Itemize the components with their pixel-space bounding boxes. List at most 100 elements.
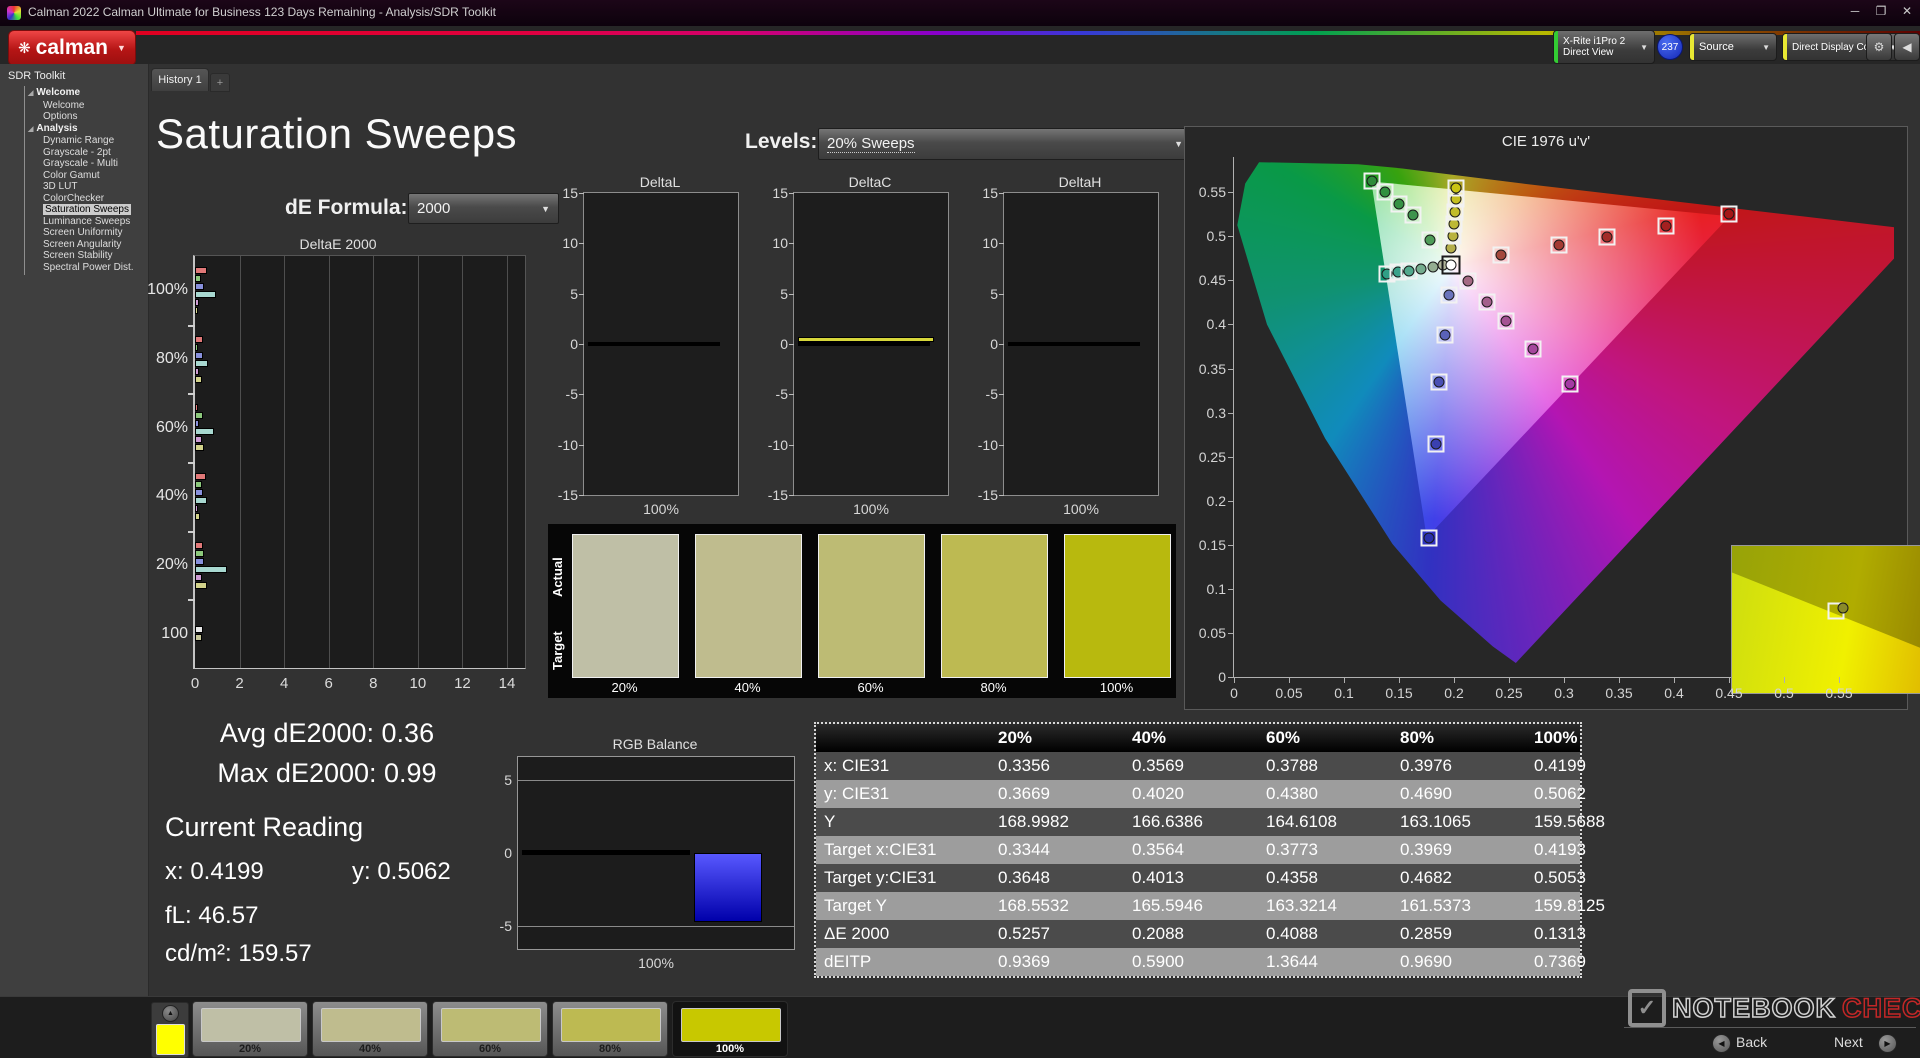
table-row-label: Target y:CIE31 bbox=[816, 868, 984, 888]
y-axis-tick-label: -5 bbox=[776, 386, 788, 402]
bar-group-label: 20% bbox=[128, 556, 188, 574]
tree-item-screen-angularity[interactable]: Screen Angularity bbox=[25, 239, 147, 251]
pattern-button-80%[interactable]: 80% bbox=[552, 1001, 668, 1057]
x-axis-tick bbox=[1509, 677, 1510, 683]
swatch-60% bbox=[818, 534, 925, 678]
table-cell: 0.4088 bbox=[1252, 924, 1386, 944]
y-axis-tick bbox=[1228, 324, 1234, 325]
maximize-icon[interactable]: ❐ bbox=[1870, 4, 1892, 18]
tree-item-label: Welcome bbox=[36, 87, 80, 98]
delta-bar bbox=[798, 337, 934, 342]
table-cell: 161.5373 bbox=[1386, 896, 1520, 916]
watermark-notebook: NOTEBOOK bbox=[1672, 993, 1836, 1024]
de-formula-dropdown[interactable]: 2000 ▼ bbox=[408, 193, 559, 224]
watermark-check: CHECK bbox=[1842, 993, 1920, 1024]
y-axis-tick bbox=[1228, 589, 1234, 590]
close-icon[interactable]: ✕ bbox=[1896, 4, 1918, 18]
x-axis-tick-label: 14 bbox=[499, 675, 516, 692]
expand-up-button[interactable]: ▲ bbox=[162, 1005, 179, 1022]
tree-item-luminance-sweeps[interactable]: Luminance Sweeps bbox=[25, 216, 147, 228]
tree-item-grayscale-2pt[interactable]: Grayscale - 2pt bbox=[25, 147, 147, 159]
y-axis-tick-label: 15 bbox=[982, 185, 998, 201]
measured-point-magenta bbox=[1500, 315, 1511, 326]
y-axis-tick-label: 0.35 bbox=[1199, 361, 1226, 377]
tab-history-label: History 1 bbox=[158, 74, 201, 86]
tree-item-dynamic-range[interactable]: Dynamic Range bbox=[25, 135, 147, 147]
pattern-button-label: 60% bbox=[433, 1043, 547, 1055]
meter-label: X-Rite i1Pro 2Direct View bbox=[1563, 36, 1625, 58]
notebookcheck-watermark: ✓ NOTEBOOKCHECK bbox=[1628, 989, 1920, 1027]
tree-item-screen-uniformity[interactable]: Screen Uniformity bbox=[25, 227, 147, 239]
gear-icon: ⚙ bbox=[1874, 40, 1885, 54]
y-axis-tick bbox=[999, 243, 1004, 244]
tree-item-analysis[interactable]: ◢Analysis bbox=[25, 123, 147, 136]
tree-item-options[interactable]: Options bbox=[25, 111, 147, 123]
tree-item-grayscale-multi[interactable]: Grayscale - Multi bbox=[25, 158, 147, 170]
pattern-button-20%[interactable]: 20% bbox=[192, 1001, 308, 1057]
current-pattern-swatch[interactable] bbox=[156, 1024, 185, 1055]
tree-item-welcome[interactable]: ◢Welcome bbox=[25, 87, 147, 100]
swatch-label: 60% bbox=[818, 680, 923, 695]
white-point-circle bbox=[1445, 259, 1456, 270]
tree-item-color-gamut[interactable]: Color Gamut bbox=[25, 170, 147, 182]
panel-collapse-button[interactable]: ◀ bbox=[1894, 33, 1920, 61]
pattern-button-60%[interactable]: 60% bbox=[432, 1001, 548, 1057]
measured-point-green bbox=[1424, 234, 1435, 245]
table-cell: 0.4690 bbox=[1386, 784, 1520, 804]
add-tab-button[interactable]: + bbox=[210, 73, 230, 92]
gridline bbox=[462, 256, 463, 668]
table-cell: 159.8125 bbox=[1520, 896, 1654, 916]
tree-item-saturation-sweeps[interactable]: Saturation Sweeps bbox=[25, 204, 147, 216]
table-cell: 0.4682 bbox=[1386, 868, 1520, 888]
table-cell: 0.5257 bbox=[984, 924, 1118, 944]
levels-dropdown[interactable]: 20% Sweeps ▼ bbox=[818, 128, 1192, 160]
x-axis-tick bbox=[1839, 677, 1840, 683]
y-axis-tick-label: 0.2 bbox=[1207, 493, 1226, 509]
tree-expander-icon[interactable]: ◢ bbox=[28, 126, 33, 133]
x-axis-label: 100% bbox=[584, 501, 738, 517]
y-axis-tick-label: 10 bbox=[562, 235, 578, 251]
y-axis-tick-label: 5 bbox=[504, 772, 512, 788]
table-cell: 159.5688 bbox=[1520, 812, 1654, 832]
tree-item-3d-lut[interactable]: 3D LUT bbox=[25, 181, 147, 193]
y-axis-tick bbox=[1228, 545, 1234, 546]
measured-point-red bbox=[1601, 232, 1612, 243]
pattern-chip bbox=[681, 1008, 781, 1042]
cie-plot: 0.550.50.450.40.350.30.250.20.150.10.050… bbox=[1233, 157, 1894, 678]
minimize-icon[interactable]: ─ bbox=[1844, 4, 1866, 18]
source-dropdown[interactable]: Source ▼ bbox=[1689, 33, 1777, 61]
table-cell: 163.1065 bbox=[1386, 812, 1520, 832]
tree-item-label: Analysis bbox=[36, 123, 77, 134]
next-button[interactable]: Next bbox=[1834, 1034, 1863, 1050]
next-arrow-icon[interactable]: ▶ bbox=[1878, 1034, 1897, 1053]
pattern-button-100%[interactable]: 100% bbox=[672, 1001, 788, 1057]
tab-history-1[interactable]: History 1 bbox=[151, 68, 209, 91]
y-axis-tick-label: 0.55 bbox=[1199, 184, 1226, 200]
measurement-table: 20%40%60%80%100%x: CIE310.33560.35690.37… bbox=[814, 722, 1582, 978]
tree-item-screen-stability[interactable]: Screen Stability bbox=[25, 250, 147, 262]
chevron-left-icon: ◀ bbox=[1902, 40, 1911, 54]
tree-item-spectral-power-dist-[interactable]: Spectral Power Dist. bbox=[25, 262, 147, 274]
tree-expander-icon[interactable]: ◢ bbox=[28, 90, 33, 97]
de-bar-cyan bbox=[195, 428, 214, 435]
tree-item-label: Color Gamut bbox=[43, 170, 100, 181]
tree-item-welcome[interactable]: Welcome bbox=[25, 100, 147, 112]
back-arrow-icon[interactable]: ◀ bbox=[1712, 1034, 1731, 1053]
y-axis-tick-label: 0.3 bbox=[1207, 405, 1226, 421]
table-cell: 0.9690 bbox=[1386, 952, 1520, 972]
y-axis-tick-label: 0.5 bbox=[1207, 228, 1226, 244]
y-axis-tick bbox=[188, 462, 195, 464]
back-button[interactable]: Back bbox=[1736, 1034, 1767, 1050]
table-row-label: y: CIE31 bbox=[816, 784, 984, 804]
table-cell: 0.5053 bbox=[1520, 868, 1654, 888]
settings-gear-button[interactable]: ⚙ bbox=[1866, 33, 1892, 61]
tree-item-colorchecker[interactable]: ColorChecker bbox=[25, 193, 147, 205]
measured-point-green bbox=[1379, 187, 1390, 198]
rgb-balance-title: RGB Balance bbox=[517, 736, 793, 752]
meter-dropdown[interactable]: X-Rite i1Pro 2Direct View ▼ bbox=[1553, 30, 1655, 64]
calman-menu-button[interactable]: ❋ calman ▼ bbox=[8, 30, 136, 66]
measured-point-red bbox=[1553, 240, 1564, 251]
rgb-balance-chart: 50-5100% bbox=[517, 756, 795, 950]
pattern-button-40%[interactable]: 40% bbox=[312, 1001, 428, 1057]
y-axis-tick-label: 15 bbox=[562, 185, 578, 201]
